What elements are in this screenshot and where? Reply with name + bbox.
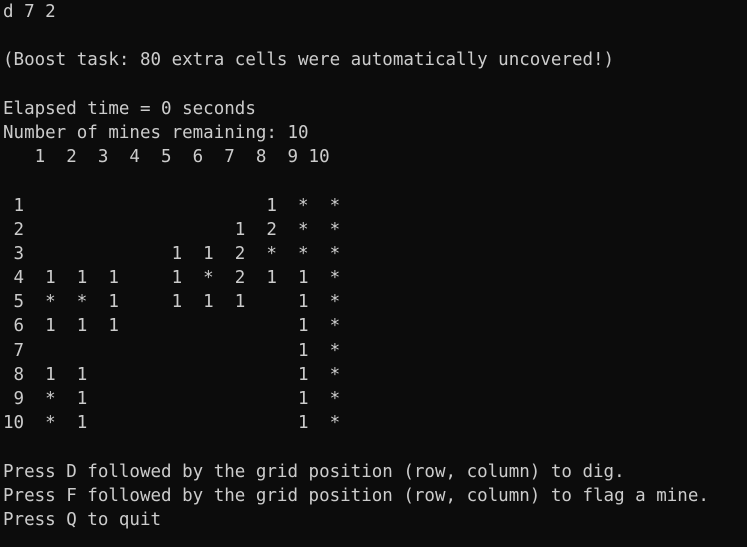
grid-row: 5 * * 1 1 1 1 1 * [3, 292, 341, 313]
grid-row: 6 1 1 1 1 * [3, 316, 341, 337]
grid-row: 3 1 1 2 * * * [3, 243, 341, 264]
instruction-flag: Press F followed by the grid position (r… [3, 485, 709, 506]
input-command-line: d 7 2 [3, 2, 56, 22]
grid-row: 10 * 1 1 * [3, 413, 341, 434]
grid-row: 7 1 * [3, 340, 341, 361]
grid-column-header: 1 2 3 4 5 6 7 8 9 10 [3, 147, 330, 168]
instruction-quit: Press Q to quit [3, 509, 162, 530]
grid-row: 2 1 2 * * [3, 219, 341, 240]
mines-remaining: Number of mines remaining: 10 [3, 122, 309, 143]
instruction-dig: Press D followed by the grid position (r… [3, 461, 625, 482]
elapsed-time: Elapsed time = 0 seconds [3, 98, 256, 119]
boost-message: (Boost task: 80 extra cells were automat… [3, 50, 615, 71]
grid-row: 9 * 1 1 * [3, 389, 341, 409]
grid-row: 8 1 1 1 * [3, 364, 341, 385]
grid-row: 4 1 1 1 1 * 2 1 1 * [3, 268, 341, 289]
console-window[interactable]: d 7 2 (Boost task: 80 extra cells were a… [0, 0, 747, 547]
grid-row: 1 1 * * [3, 195, 341, 216]
